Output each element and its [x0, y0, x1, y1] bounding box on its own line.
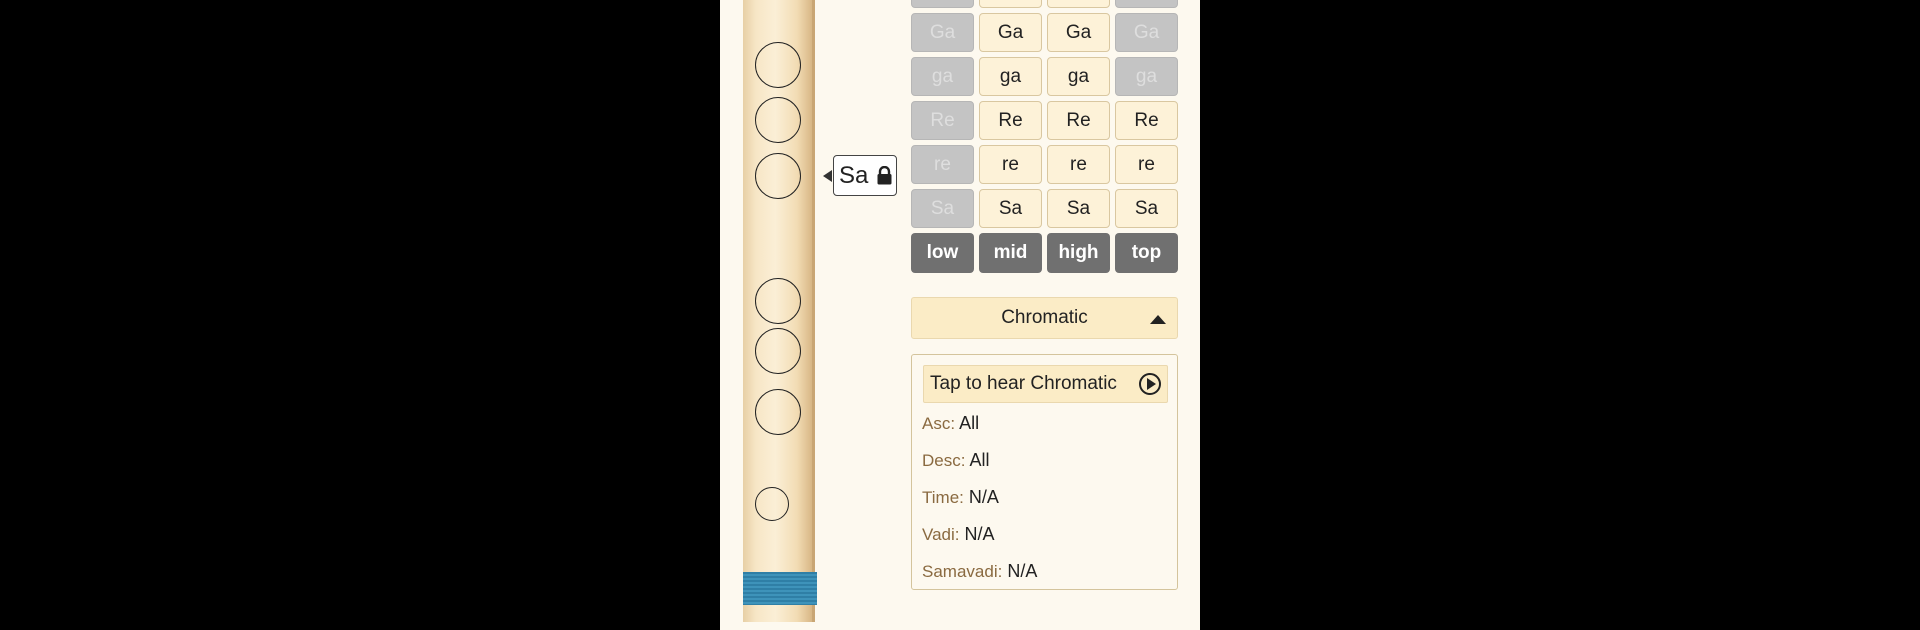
note-button-Sa-high[interactable]: Sa	[1047, 189, 1110, 228]
note-button-Ga-top: Ga	[1115, 13, 1178, 52]
note-cell-partial	[979, 0, 1042, 8]
selected-note-label: Sa	[839, 161, 869, 189]
info-row-time: Time: N/A	[922, 487, 999, 507]
octave-button-high[interactable]: high	[1047, 233, 1110, 273]
scale-dropdown[interactable]: Chromatic	[911, 297, 1178, 339]
play-icon	[1139, 373, 1161, 395]
finger-hole-3[interactable]	[755, 153, 801, 199]
note-cell-partial	[911, 0, 974, 8]
finger-hole-5[interactable]	[755, 328, 801, 374]
octave-button-low[interactable]: low	[911, 233, 974, 273]
finger-hole-6[interactable]	[755, 389, 801, 435]
info-row-desc: Desc: All	[922, 450, 990, 470]
note-button-ga-mid[interactable]: ga	[979, 57, 1042, 96]
note-cell-partial	[1115, 0, 1178, 8]
note-button-Ga-low: Ga	[911, 13, 974, 52]
note-button-re-low: re	[911, 145, 974, 184]
finger-hole-4[interactable]	[755, 278, 801, 324]
note-button-Sa-top[interactable]: Sa	[1115, 189, 1178, 228]
flute-body	[743, 0, 815, 622]
note-button-re-high[interactable]: re	[1047, 145, 1110, 184]
info-row-vadi: Vadi: N/A	[922, 524, 995, 544]
play-scale-label: Tap to hear Chromatic	[930, 373, 1117, 394]
note-button-ga-top: ga	[1115, 57, 1178, 96]
note-button-re-top[interactable]: re	[1115, 145, 1178, 184]
note-button-Sa-mid[interactable]: Sa	[979, 189, 1042, 228]
note-button-Ga-mid[interactable]: Ga	[979, 13, 1042, 52]
note-button-ga-high[interactable]: ga	[1047, 57, 1110, 96]
info-row-asc: Asc: All	[922, 413, 980, 433]
octave-button-top[interactable]: top	[1115, 233, 1178, 273]
lock-icon	[877, 166, 892, 185]
note-button-Re-high[interactable]: Re	[1047, 101, 1110, 140]
callout-pointer	[823, 170, 832, 182]
flute-app: Sa Ga Ga Ga Ga ga ga ga ga Re Re Re Re re re re re Sa Sa S…	[720, 0, 1200, 630]
note-button-Re-top[interactable]: Re	[1115, 101, 1178, 140]
flute-band	[743, 572, 817, 605]
finger-hole-7[interactable]	[755, 487, 789, 521]
caret-up-icon	[1150, 315, 1166, 324]
note-button-Re-mid[interactable]: Re	[979, 101, 1042, 140]
selected-note-callout[interactable]: Sa	[823, 155, 897, 196]
info-row-samavadi: Samavadi: N/A	[922, 561, 1038, 581]
finger-hole-1[interactable]	[755, 42, 801, 88]
note-button-Sa-low: Sa	[911, 189, 974, 228]
scale-dropdown-label: Chromatic	[1001, 307, 1088, 328]
note-cell-partial	[1047, 0, 1110, 8]
play-scale-button[interactable]: Tap to hear Chromatic	[923, 365, 1168, 403]
scale-info-panel: Tap to hear Chromatic Asc: All Desc: All…	[911, 354, 1178, 590]
note-button-Re-low: Re	[911, 101, 974, 140]
note-button-ga-low: ga	[911, 57, 974, 96]
note-button-re-mid[interactable]: re	[979, 145, 1042, 184]
octave-button-mid[interactable]: mid	[979, 233, 1042, 273]
finger-hole-2[interactable]	[755, 97, 801, 143]
note-button-Ga-high[interactable]: Ga	[1047, 13, 1110, 52]
